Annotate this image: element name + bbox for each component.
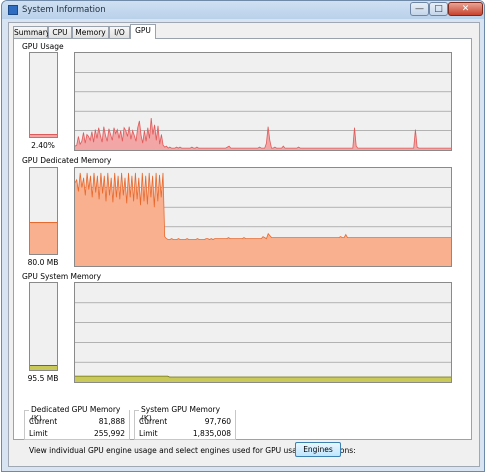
gpu-system-memory-graph — [74, 282, 452, 383]
system-limit-label: Limit — [139, 429, 158, 438]
gpu-dedicated-meter — [29, 167, 58, 255]
gpu-system-memory-title: GPU System Memory — [22, 272, 102, 281]
gpu-system-meter — [29, 282, 58, 371]
ok-button[interactable]: OK — [432, 471, 477, 472]
gpu-dedicated-memory-chart — [75, 172, 451, 266]
tab-gpu[interactable]: GPU — [130, 24, 156, 39]
title-bar[interactable]: System Information — □ ✕ — [2, 1, 484, 19]
gpu-dedicated-value: 80.0 MB — [27, 258, 59, 267]
window-title: System Information — [22, 5, 106, 15]
gpu-dedicated-memory-title: GPU Dedicated Memory — [22, 156, 112, 165]
dedicated-limit-value: 255,992 — [93, 429, 125, 438]
gpu-system-value: 95.5 MB — [27, 374, 59, 383]
tab-memory[interactable]: Memory — [72, 26, 109, 38]
gpu-dedicated-memory-graph — [74, 167, 452, 267]
tab-summary[interactable]: Summary — [13, 26, 50, 38]
gpu-dedicated-meter-fill — [30, 222, 57, 254]
gpu-system-meter-fill — [30, 364, 57, 370]
system-information-icon — [8, 5, 18, 15]
series-area — [75, 118, 451, 150]
gpu-usage-chart — [75, 72, 451, 150]
system-gpu-memory-group: System GPU Memory (K) Current 97,760 Lim… — [134, 405, 236, 440]
gpu-system-memory-chart — [75, 302, 451, 382]
tab-cpu[interactable]: CPU — [48, 26, 72, 38]
engines-button[interactable]: Engines — [295, 442, 341, 457]
dialog-client-area: Summary CPU Memory I/O GPU GPU Usage 2.4… — [8, 22, 480, 467]
system-current-label: Current — [139, 417, 168, 426]
gpu-usage-meter — [29, 52, 58, 138]
system-limit-value: 1,835,008 — [192, 429, 231, 438]
gpu-usage-value: 2.40% — [31, 141, 55, 150]
gpu-tab-panel: GPU Usage 2.40% GPU Dedicated Memory 80.… — [13, 38, 472, 440]
minimize-button[interactable]: — — [410, 2, 429, 16]
dedicated-gpu-memory-group: Dedicated GPU Memory (K) Current 81,888 … — [24, 405, 130, 440]
dedicated-current-value: 81,888 — [98, 417, 125, 426]
system-information-window: System Information — □ ✕ Summary CPU Mem… — [1, 0, 485, 472]
system-current-value: 97,760 — [204, 417, 231, 426]
dedicated-current-label: Current — [29, 417, 58, 426]
gpu-usage-title: GPU Usage — [22, 42, 64, 51]
gpu-usage-graph — [74, 52, 452, 151]
tab-io[interactable]: I/O — [109, 26, 130, 38]
gpu-usage-meter-fill — [30, 133, 57, 137]
close-button[interactable]: ✕ — [448, 2, 483, 16]
maximize-button[interactable]: □ — [429, 2, 448, 16]
dedicated-limit-label: Limit — [29, 429, 48, 438]
